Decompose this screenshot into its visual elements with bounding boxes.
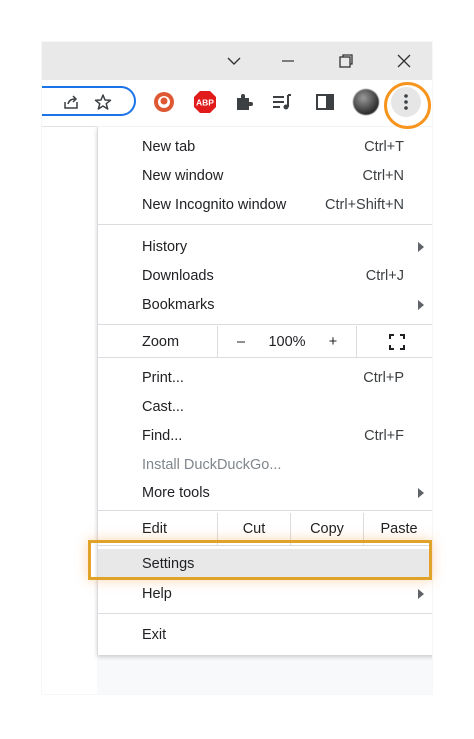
menu-label: Settings [142,556,195,572]
menu-item-more-tools[interactable]: More tools [98,478,432,507]
menu-shortcut: Ctrl+N [362,167,405,184]
side-panel-icon[interactable] [309,86,341,118]
menu-label: Help [142,585,172,602]
paste-button[interactable]: Paste [364,513,432,545]
avatar[interactable] [350,86,382,118]
menu-label: More tools [142,484,210,501]
key-icon: ⸶ [42,92,44,110]
menu-item-settings[interactable]: Settings [98,549,432,579]
chevron-down-icon[interactable] [209,42,259,80]
menu-item-find[interactable]: Find... Ctrl+F [98,421,432,450]
menu-label: Downloads [142,267,214,284]
submenu-arrow-icon [418,487,424,498]
menu-label: Exit [142,626,167,643]
menu-item-history[interactable]: History [98,232,432,261]
duckduckgo-icon[interactable] [148,86,180,118]
zoom-level: 100% [268,333,306,350]
menu-label: New tab [142,138,196,155]
zoom-in-button[interactable]: + [318,326,348,357]
submenu-arrow-icon [418,299,424,310]
menu-item-install: Install DuckDuckGo... [98,450,432,479]
svg-text:ABP: ABP [196,98,214,108]
menu-label: New window [142,167,224,184]
menu-label: Cast... [142,398,184,415]
menu-divider [98,224,432,225]
menu-label: History [142,238,188,255]
menu-item-bookmarks[interactable]: Bookmarks [98,290,432,319]
menu-label: Install DuckDuckGo... [142,456,282,473]
menu-item-new-incognito[interactable]: New Incognito window Ctrl+Shift+N [98,190,432,219]
title-bar [42,42,432,80]
menu-divider [98,357,432,358]
menu-shortcut: Ctrl+Shift+N [325,196,404,213]
chrome-main-menu: New tab Ctrl+T New window Ctrl+N New Inc… [97,127,432,655]
menu-divider [98,324,432,325]
page-content [42,126,97,694]
menu-label: Find... [142,427,183,444]
minimize-icon[interactable] [263,42,313,80]
menu-item-cast[interactable]: Cast... [98,392,432,421]
star-icon[interactable] [92,91,114,113]
menu-shortcut: Ctrl+F [364,427,404,444]
zoom-label: Zoom [142,333,180,350]
reading-list-icon[interactable] [266,86,298,118]
menu-divider [98,545,432,546]
menu-item-exit[interactable]: Exit [98,620,432,649]
address-bar[interactable]: ⸶ [42,86,136,116]
menu-item-print[interactable]: Print... Ctrl+P [98,363,432,392]
menu-shortcut: Ctrl+J [365,267,404,284]
puzzle-icon[interactable] [228,86,260,118]
close-icon[interactable] [379,42,429,80]
menu-item-new-window[interactable]: New window Ctrl+N [98,161,432,190]
menu-button[interactable] [390,86,422,118]
menu-item-downloads[interactable]: Downloads Ctrl+J [98,261,432,290]
menu-item-help[interactable]: Help [98,579,432,608]
menu-item-new-tab[interactable]: New tab Ctrl+T [98,132,432,161]
menu-divider [98,510,432,511]
menu-row-zoom: Zoom – 100% + [98,326,432,357]
edit-label: Edit [142,521,167,537]
three-dots-icon [391,87,421,117]
menu-shortcut: Ctrl+T [364,138,404,155]
browser-window: ⸶ ABP [42,42,432,694]
copy-button[interactable]: Copy [291,513,363,545]
menu-label: Print... [142,369,184,386]
restore-icon[interactable] [321,42,371,80]
submenu-arrow-icon [418,241,424,252]
submenu-arrow-icon [418,588,424,599]
zoom-out-button[interactable]: – [226,326,256,357]
adblock-plus-icon[interactable]: ABP [189,86,221,118]
menu-shortcut: Ctrl+P [363,369,404,386]
menu-divider [98,613,432,614]
menu-row-edit: Edit Cut Copy Paste [98,513,432,545]
fullscreen-icon[interactable] [382,326,412,357]
menu-label: New Incognito window [142,196,287,213]
menu-label: Bookmarks [142,296,215,313]
cut-button[interactable]: Cut [218,513,290,545]
browser-toolbar: ⸶ ABP [42,80,432,126]
share-icon[interactable] [60,91,82,113]
